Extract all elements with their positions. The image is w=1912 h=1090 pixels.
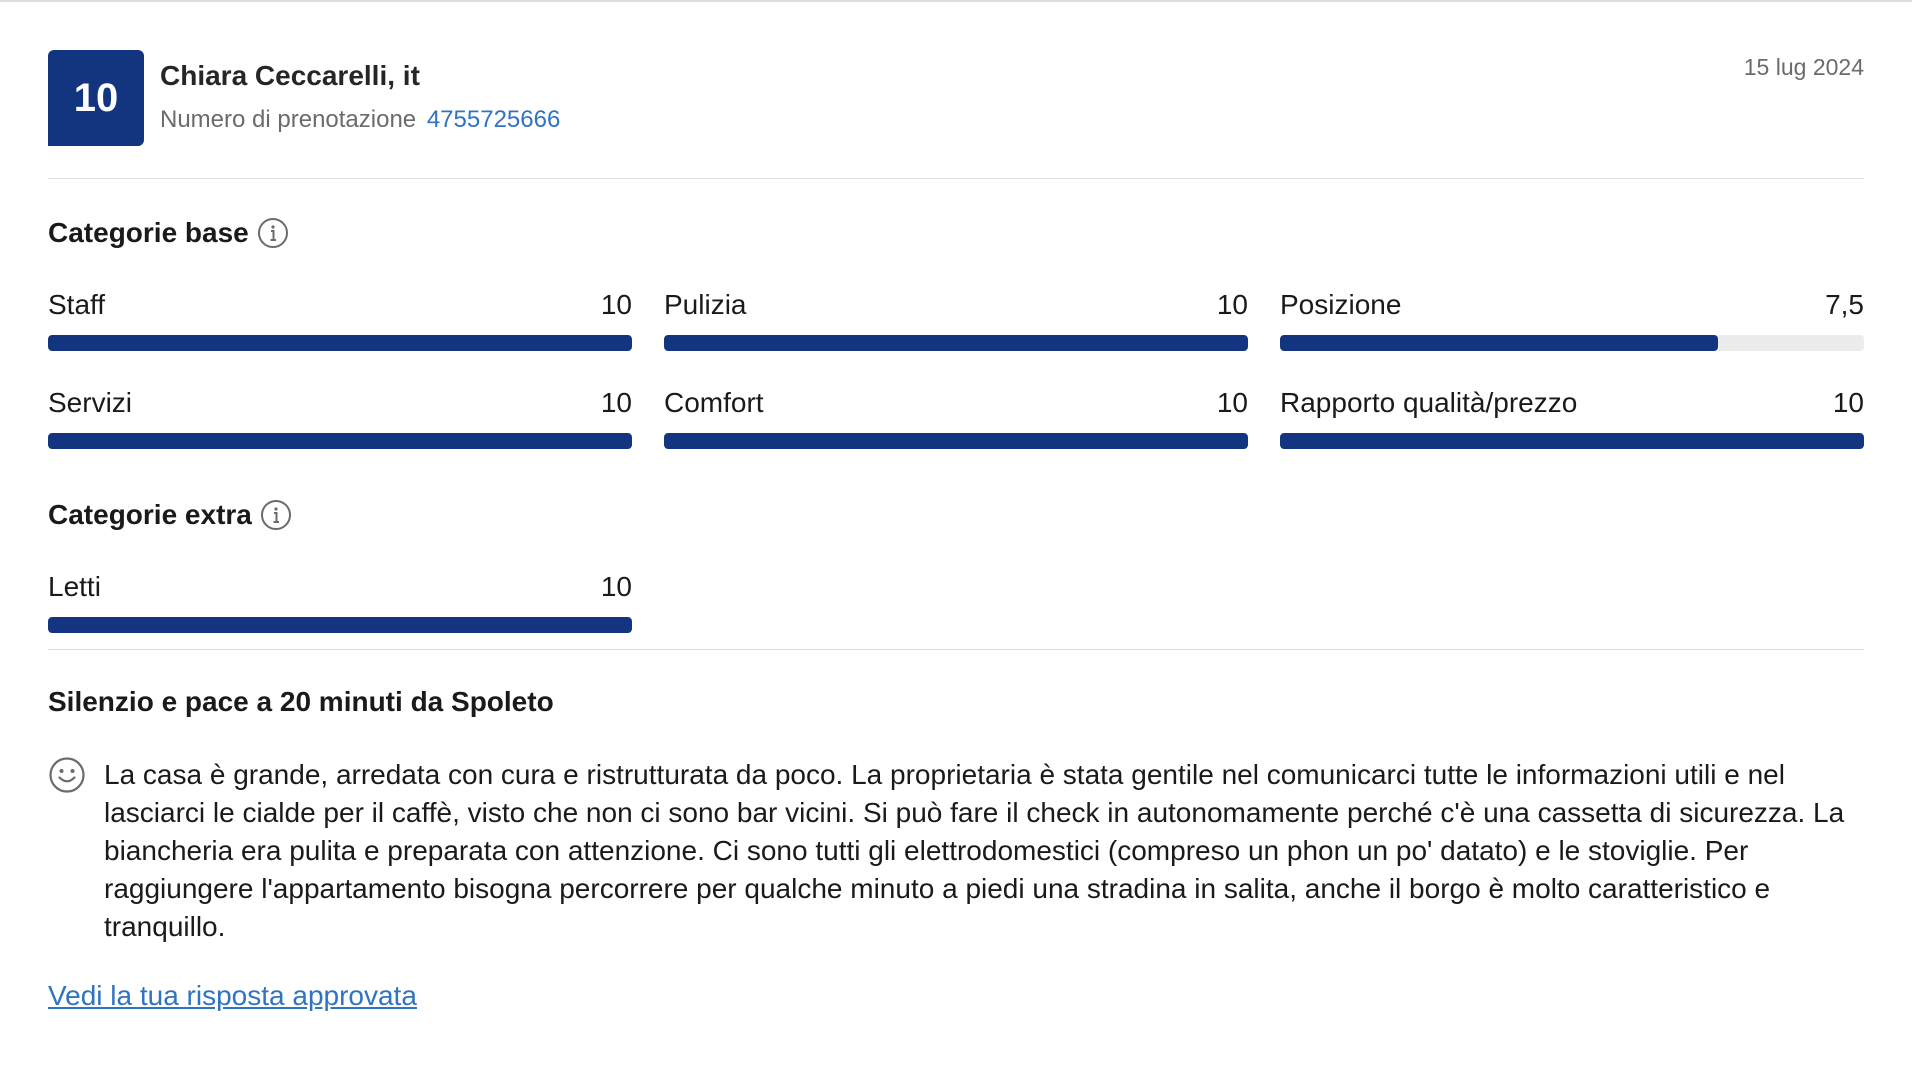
category-score: 10 [1216, 289, 1248, 320]
review-title: Silenzio e pace a 20 minuti da Spoleto [48, 686, 554, 717]
info-icon[interactable] [257, 217, 289, 249]
score-bar-fill [48, 617, 632, 633]
category-label: Letti [48, 571, 101, 602]
header-divider [48, 178, 1864, 179]
booking-row: Numero di prenotazione 4755725666 [160, 106, 560, 134]
score-bar-fill [48, 433, 632, 449]
info-icon[interactable] [260, 499, 292, 531]
review-date: 15 lug 2024 [1743, 54, 1864, 80]
reviewer-name: Chiara Ceccarelli, it [160, 60, 420, 91]
category-rapporto-qualita-prezzo: Rapporto qualità/prezzo 10 [1280, 387, 1864, 449]
score-bar-fill [48, 335, 632, 351]
score-bar-fill [1280, 335, 1718, 351]
category-label: Posizione [1280, 289, 1402, 320]
category-label: Servizi [48, 387, 133, 418]
top-border [0, 0, 1912, 2]
category-score: 7,5 [1825, 289, 1864, 320]
score-bar [48, 617, 632, 633]
booking-number-link[interactable]: 4755725666 [427, 106, 560, 133]
base-section-heading: Categorie base [48, 217, 1864, 249]
score-bar-fill [664, 335, 1248, 351]
extra-section-title: Categorie extra [48, 499, 252, 530]
extra-categories-grid: Letti 10 [48, 571, 1864, 633]
category-label: Pulizia [664, 289, 747, 320]
review-text: La casa è grande, arredata con cura e ri… [104, 759, 1845, 942]
review-header: 10 Chiara Ceccarelli, it Numero di preno… [48, 50, 1864, 146]
category-posizione: Posizione 7,5 [1280, 289, 1864, 351]
category-servizi: Servizi 10 [48, 387, 632, 449]
review-card: 10 Chiara Ceccarelli, it Numero di preno… [48, 50, 1864, 1012]
score-bar [1280, 335, 1864, 351]
base-categories-grid: Staff 10 Pulizia 10 Posizione 7,5 Servizi 10… [48, 289, 1864, 449]
score-bar-fill [664, 433, 1248, 449]
score-bar [48, 433, 632, 449]
category-label: Comfort [664, 387, 764, 418]
smile-icon [48, 756, 86, 794]
score-bar [1280, 433, 1864, 449]
category-comfort: Comfort 10 [664, 387, 1248, 449]
review-body: La casa è grande, arredata con cura e ri… [48, 756, 1864, 946]
category-staff: Staff 10 [48, 289, 632, 351]
score-bar [664, 433, 1248, 449]
score-badge: 10 [48, 50, 144, 146]
category-score: 10 [1216, 387, 1248, 418]
extra-section-heading: Categorie extra [48, 499, 1864, 531]
categories-divider [48, 649, 1864, 650]
score-bar-fill [1280, 433, 1864, 449]
booking-label: Numero di prenotazione [160, 106, 417, 133]
category-score: 10 [600, 571, 632, 602]
score-bar [48, 335, 632, 351]
category-label: Staff [48, 289, 106, 320]
category-score: 10 [600, 289, 632, 320]
category-letti: Letti 10 [48, 571, 632, 633]
base-section-title: Categorie base [48, 217, 249, 248]
approved-response-link[interactable]: Vedi la tua risposta approvata [48, 980, 417, 1012]
category-score: 10 [600, 387, 632, 418]
score-bar [664, 335, 1248, 351]
category-label: Rapporto qualità/prezzo [1280, 387, 1578, 418]
category-score: 10 [1832, 387, 1864, 418]
category-pulizia: Pulizia 10 [664, 289, 1248, 351]
